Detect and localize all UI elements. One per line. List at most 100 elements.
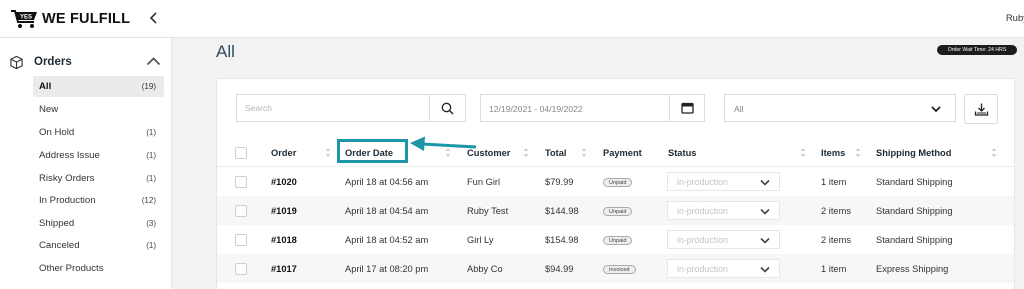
sidebar-section-orders[interactable]: Orders [9, 52, 169, 72]
sidebar-item-all[interactable]: All (19) [33, 76, 164, 97]
order-number[interactable]: #1019 [271, 206, 297, 216]
payment-status-badge: Unpaid [603, 236, 633, 245]
chevron-down-icon [760, 208, 770, 215]
user-name[interactable]: Ruby [1006, 13, 1024, 24]
shipping-method: Standard Shipping [876, 206, 953, 216]
chevron-up-icon[interactable] [146, 54, 161, 69]
column-header-payment[interactable]: Payment [603, 148, 642, 158]
sidebar-item-in-production[interactable]: In Production (12) [33, 190, 164, 211]
status-value: in-production [677, 235, 728, 245]
date-range-value: 12/19/2021 - 04/19/2022 [489, 104, 583, 114]
row-checkbox[interactable] [235, 176, 247, 188]
page-title: All [216, 42, 235, 61]
chevron-down-icon [760, 179, 770, 186]
status-value: in-production [677, 206, 728, 216]
sidebar-section-label: Orders [34, 56, 72, 68]
order-wait-time-badge: Order Wait Time: 24 HRS [937, 45, 1017, 55]
sidebar-item-risky-orders[interactable]: Risky Orders (1) [33, 168, 164, 189]
table-row[interactable]: #1020 April 18 at 04:56 am Fun Girl $79.… [217, 167, 1014, 196]
sidebar-item-shipped[interactable]: Shipped (3) [33, 213, 164, 234]
status-select[interactable]: in-production [667, 230, 780, 249]
column-header-order[interactable]: Order [271, 148, 296, 158]
sidebar-item-on-hold[interactable]: On Hold (1) [33, 122, 164, 143]
shipping-method: Standard Shipping [876, 235, 953, 245]
item-count: 1 item [821, 264, 847, 274]
date-range-picker[interactable]: 12/19/2021 - 04/19/2022 [480, 94, 705, 122]
table-row[interactable]: #1019 April 18 at 04:54 am Ruby Test $14… [217, 196, 1014, 225]
sort-icon[interactable] [325, 147, 331, 158]
shopping-cart-icon: YES [11, 10, 37, 28]
item-count: 1 item [821, 177, 847, 187]
search-input[interactable] [237, 95, 429, 121]
collapse-sidebar-chevron-icon[interactable] [146, 9, 162, 27]
row-checkbox[interactable] [235, 234, 247, 246]
row-checkbox[interactable] [235, 263, 247, 275]
customer-name: Girl Ly [467, 235, 494, 245]
search-box [236, 94, 466, 122]
payment-status-badge: Invoiced [603, 265, 636, 274]
brand-name: WE FULFILL [42, 11, 131, 27]
chevron-down-icon [931, 106, 941, 113]
order-total: $154.98 [545, 235, 579, 245]
order-date: April 18 at 04:54 am [345, 206, 429, 216]
customer-name: Ruby Test [467, 206, 509, 216]
sort-icon[interactable] [855, 147, 861, 158]
search-icon [441, 102, 454, 114]
sidebar-item-address-issue[interactable]: Address Issue (1) [33, 145, 164, 166]
order-date: April 17 at 08:20 pm [345, 264, 429, 274]
annotation-arrow-icon [410, 136, 477, 151]
column-header-total[interactable]: Total [545, 148, 567, 158]
order-number[interactable]: #1017 [271, 264, 297, 274]
calendar-icon [680, 102, 694, 114]
status-select[interactable]: in-production [667, 201, 780, 220]
svg-text:YES: YES [20, 15, 32, 21]
sidebar-item-canceled[interactable]: Canceled (1) [33, 235, 164, 256]
shipping-method: Express Shipping [876, 264, 949, 274]
item-count: 2 items [821, 235, 851, 245]
order-total: $94.99 [545, 264, 574, 274]
column-header-items[interactable]: Items [821, 148, 845, 158]
sidebar-item-count: (19) [141, 82, 156, 91]
table-row[interactable]: #1017 April 17 at 08:20 pm Abby Co $94.9… [217, 254, 1014, 283]
sidebar-item-count: (12) [141, 196, 156, 205]
order-number[interactable]: #1018 [271, 235, 297, 245]
sort-icon[interactable] [523, 147, 529, 158]
status-select[interactable]: in-production [667, 259, 780, 278]
sort-icon[interactable] [991, 147, 997, 158]
order-total: $79.99 [545, 177, 574, 187]
sidebar-item-count: (3) [146, 219, 156, 228]
shipping-method: Standard Shipping [876, 177, 953, 187]
sidebar-item-count: (1) [146, 174, 156, 183]
order-filter-value: All [734, 104, 744, 114]
brand-logo[interactable]: YES WE FULFILL [10, 8, 130, 30]
customer-name: Abby Co [467, 264, 503, 274]
chevron-down-icon [760, 237, 770, 244]
sort-icon[interactable] [800, 147, 806, 158]
sidebar-item-count: (1) [146, 128, 156, 137]
order-date: April 18 at 04:56 am [345, 177, 429, 187]
sort-icon[interactable] [581, 147, 587, 158]
status-select[interactable]: in-production [667, 172, 780, 191]
sidebar-item-count: (1) [146, 151, 156, 160]
item-count: 2 items [821, 206, 851, 216]
annotation-highlight-box [337, 139, 408, 163]
table-row[interactable]: #1018 April 18 at 04:52 am Girl Ly $154.… [217, 225, 1014, 254]
chevron-down-icon [760, 266, 770, 273]
order-date: April 18 at 04:52 am [345, 235, 429, 245]
order-number[interactable]: #1020 [271, 177, 297, 187]
payment-status-badge: Unpaid [603, 207, 633, 216]
calendar-button[interactable] [669, 94, 705, 122]
order-filter-select[interactable]: All [724, 94, 956, 122]
sidebar-item-new[interactable]: New [33, 99, 164, 120]
order-total: $144.98 [545, 206, 579, 216]
status-value: in-production [677, 177, 728, 187]
customer-name: Fun Girl [467, 177, 501, 187]
select-all-checkbox[interactable] [235, 147, 247, 159]
export-button[interactable] [964, 94, 998, 124]
sidebar-item-other-products[interactable]: Other Products [33, 258, 164, 279]
search-button[interactable] [429, 94, 466, 122]
column-header-status[interactable]: Status [668, 148, 696, 158]
column-header-shipping-method[interactable]: Shipping Method [876, 148, 951, 158]
payment-status-badge: Unpaid [603, 178, 633, 187]
row-checkbox[interactable] [235, 205, 247, 217]
